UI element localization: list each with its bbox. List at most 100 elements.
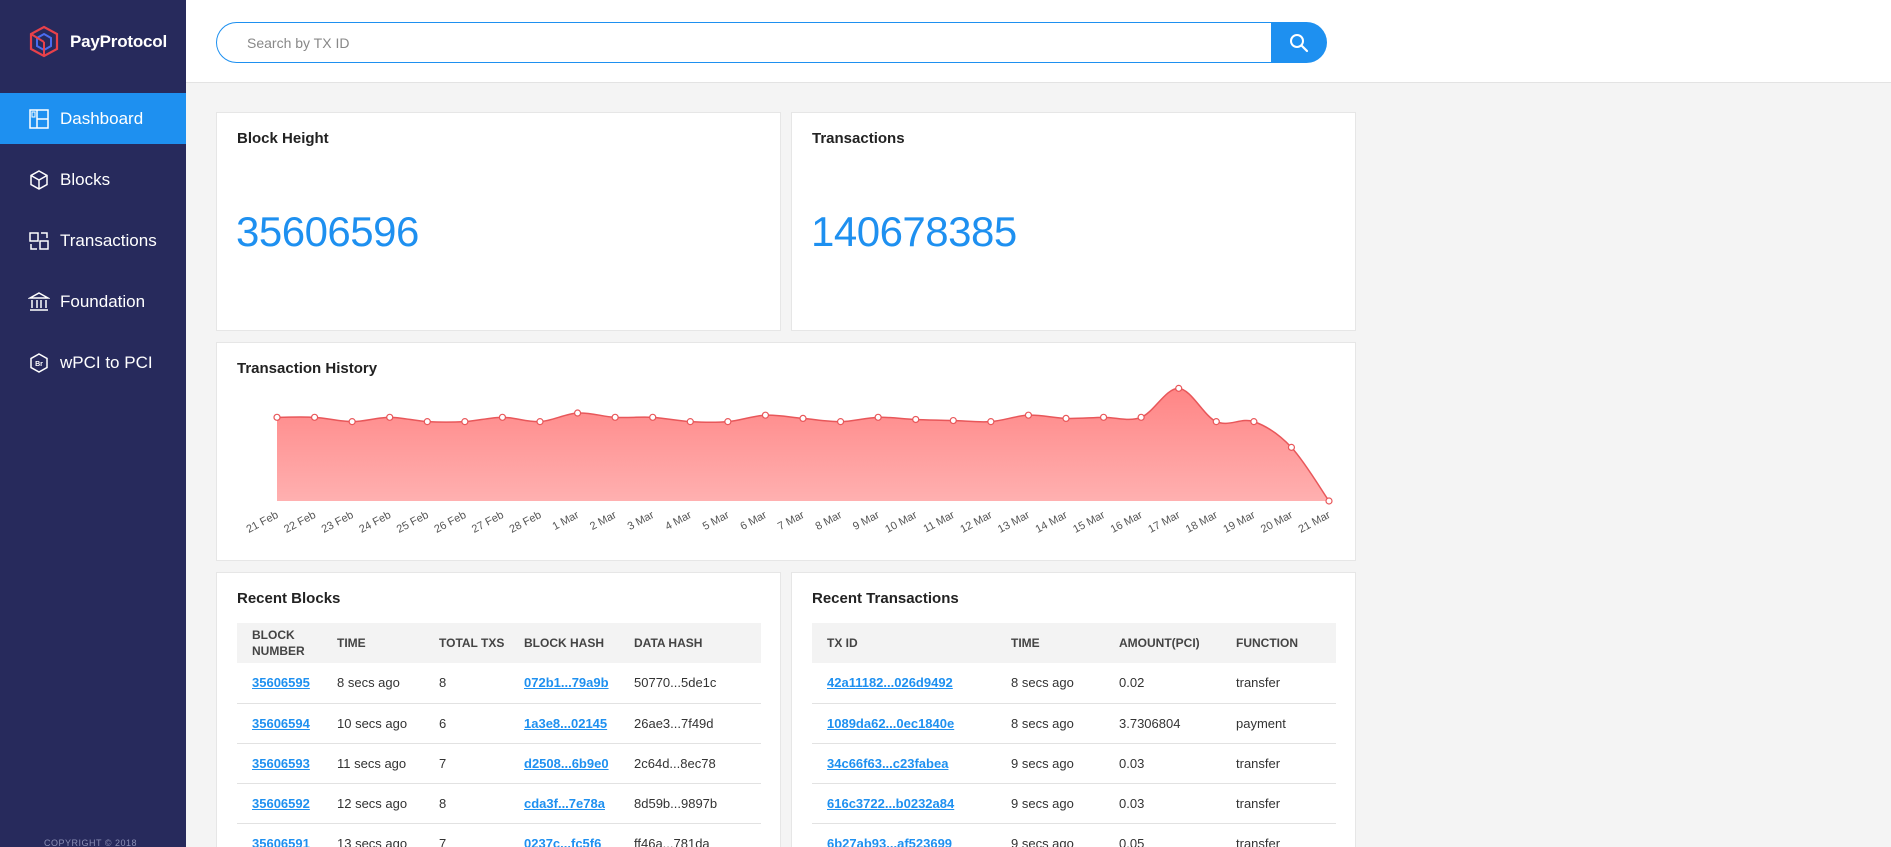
sidebar-item-label: wPCI to PCI — [60, 352, 153, 372]
block-number-link[interactable]: 35606594 — [252, 716, 310, 731]
cube-icon — [28, 169, 50, 191]
data-point[interactable] — [987, 418, 995, 426]
data-point[interactable] — [423, 418, 431, 426]
search-button[interactable] — [1271, 22, 1327, 63]
data-point[interactable] — [1175, 384, 1183, 392]
block-number-link[interactable]: 35606591 — [252, 836, 310, 847]
data-point[interactable] — [949, 416, 957, 425]
payprotocol-logo-icon — [29, 25, 59, 58]
data-point[interactable] — [461, 418, 469, 426]
tx-amount: 0.03 — [1104, 743, 1221, 784]
x-tick-label: 20 Mar — [1259, 509, 1295, 536]
sidebar-item-transactions[interactable]: Transactions — [0, 215, 186, 266]
sidebar-item-label: Foundation — [60, 291, 146, 311]
block-hash-link[interactable]: cda3f...7e78a — [524, 796, 605, 811]
block-hash-link[interactable]: 1a3e8...02145 — [524, 716, 607, 731]
block-time: 10 secs ago — [322, 703, 424, 744]
data-point[interactable] — [348, 418, 356, 426]
data-point[interactable] — [724, 418, 732, 426]
tx-time: 9 secs ago — [996, 783, 1104, 824]
sidebar-item-wpci-to-pci[interactable]: Br wPCI to PCI — [0, 337, 186, 388]
transaction-history-chart: 21 Feb 22 Feb 23 Feb 24 Feb 25 Feb 26 Feb 27 F… — [245, 384, 1333, 536]
table-row: 616c3722...b0232a84 9 secs ago 0.03 tran… — [812, 783, 1336, 824]
tx-id-link[interactable]: 616c3722...b0232a84 — [827, 796, 954, 811]
data-point[interactable] — [310, 413, 319, 421]
sidebar-item-foundation[interactable]: Foundation — [0, 276, 186, 327]
data-point[interactable] — [1137, 413, 1145, 421]
block-data-hash: ff46a...781da — [619, 823, 761, 847]
x-tick-label: 11 Mar — [922, 509, 957, 535]
x-tick-label: 28 Feb — [508, 509, 544, 536]
block-total-txs: 6 — [424, 703, 509, 744]
data-point[interactable] — [649, 413, 657, 421]
tx-id-link[interactable]: 1089da62...0ec1840e — [827, 716, 954, 731]
tx-id-link[interactable]: 34c66f63...c23fabea — [827, 756, 948, 771]
table-header-row: BLOCK NUMBER TIME TOTAL TXS BLOCK HASH D… — [237, 623, 761, 663]
recent-blocks-table: BLOCK NUMBER TIME TOTAL TXS BLOCK HASH D… — [237, 623, 761, 847]
block-number-link[interactable]: 35606593 — [252, 756, 310, 771]
block-hash-link[interactable]: d2508...6b9e0 — [524, 756, 609, 771]
data-point[interactable] — [1250, 418, 1258, 426]
recent-blocks-card: Recent Blocks BLOCK NUMBER TIME TOTAL TX… — [216, 572, 781, 847]
block-total-txs: 8 — [424, 783, 509, 824]
card-title: Block Height — [237, 130, 329, 147]
data-point[interactable] — [874, 413, 882, 421]
data-point[interactable] — [611, 413, 619, 421]
data-point[interactable] — [1099, 413, 1108, 421]
data-point[interactable] — [912, 415, 920, 424]
x-tick-label: 22 Feb — [282, 509, 318, 536]
column-header: TOTAL TXS — [439, 636, 505, 650]
x-tick-label: 6 Mar — [738, 509, 769, 533]
column-header: AMOUNT(PCI) — [1119, 636, 1200, 650]
data-point[interactable] — [1325, 497, 1333, 505]
block-total-txs: 7 — [424, 743, 509, 784]
block-hash-link[interactable]: 072b1...79a9b — [524, 675, 609, 690]
column-header: TX ID — [827, 636, 858, 650]
data-point[interactable] — [1287, 443, 1296, 451]
block-total-txs: 7 — [424, 823, 509, 847]
data-point[interactable] — [836, 418, 845, 426]
block-data-hash: 26ae3...7f49d — [619, 703, 761, 744]
block-height-card: Block Height 35606596 — [216, 112, 781, 331]
table-row: 35606595 8 secs ago 8 072b1...79a9b 5077… — [237, 663, 761, 704]
recent-transactions-card: Recent Transactions TX ID TIME AMOUNT(PC… — [791, 572, 1356, 847]
block-number-link[interactable]: 35606595 — [252, 675, 310, 690]
sidebar-item-dashboard[interactable]: Dashboard — [0, 93, 186, 144]
table-header-row: TX ID TIME AMOUNT(PCI) FUNCTION — [812, 623, 1336, 663]
column-header: TIME — [337, 636, 366, 650]
data-point[interactable] — [498, 413, 507, 421]
sidebar-item-blocks[interactable]: Blocks — [0, 154, 186, 205]
data-point[interactable] — [761, 411, 770, 419]
copyright-text: COPYRIGHT © 2018 — [44, 838, 137, 847]
data-point[interactable] — [1024, 411, 1033, 419]
x-tick-label: 17 Mar — [1146, 509, 1182, 536]
tx-time: 8 secs ago — [996, 663, 1104, 704]
search-input[interactable] — [216, 22, 1271, 63]
card-title: Recent Blocks — [237, 590, 341, 607]
block-hash-link[interactable]: 0237c...fc5f6 — [524, 836, 601, 847]
sidebar: PayProtocol Dashboard Blocks Transaction… — [0, 0, 186, 847]
tx-id-link[interactable]: 6b27ab93...af523699 — [827, 836, 952, 847]
tx-amount: 0.05 — [1104, 823, 1221, 847]
table-row: 35606594 10 secs ago 6 1a3e8...02145 26a… — [237, 703, 761, 744]
brand-name: PayProtocol — [70, 32, 167, 51]
tx-id-link[interactable]: 42a11182...026d9492 — [827, 675, 953, 690]
tx-function: transfer — [1221, 823, 1336, 847]
data-point[interactable] — [1212, 418, 1220, 426]
data-point[interactable] — [273, 413, 281, 421]
x-tick-label: 4 Mar — [663, 509, 694, 533]
data-point[interactable] — [536, 418, 544, 426]
data-point[interactable] — [386, 413, 394, 421]
header — [186, 0, 1891, 83]
table-row: 42a11182...026d9492 8 secs ago 0.02 tran… — [812, 663, 1336, 704]
x-tick-label: 9 Mar — [851, 509, 882, 533]
block-time: 13 secs ago — [322, 823, 424, 847]
data-point[interactable] — [799, 414, 807, 423]
x-tick-label: 25 Feb — [395, 509, 431, 536]
data-point[interactable] — [1062, 414, 1070, 423]
data-point[interactable] — [573, 409, 582, 417]
search-bar — [216, 22, 1327, 63]
brand[interactable]: PayProtocol — [28, 24, 167, 60]
data-point[interactable] — [686, 418, 694, 426]
block-number-link[interactable]: 35606592 — [252, 796, 310, 811]
